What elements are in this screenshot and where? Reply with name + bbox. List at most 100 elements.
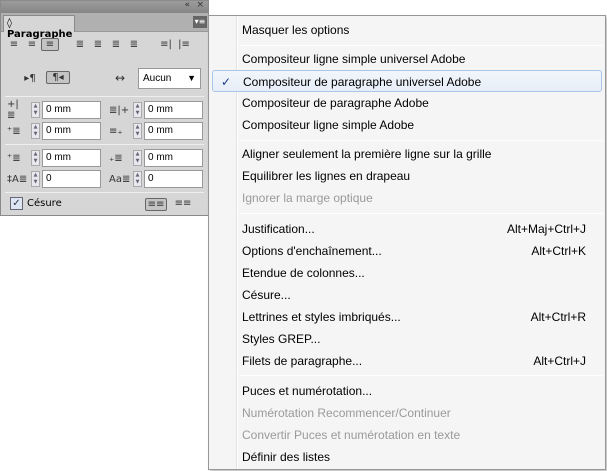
- menu-item-label: Aligner seulement la première ligne sur …: [242, 147, 492, 161]
- alignment-row: ≡ ≡ ≡ ≣ ≣ ≣ ≣ ≡| |≡: [5, 38, 204, 51]
- menu-item-label: Définir des listes: [242, 450, 331, 464]
- menu-item[interactable]: Masquer les options: [212, 19, 602, 41]
- menu-item[interactable]: Justification... Alt+Maj+Ctrl+J: [212, 218, 602, 240]
- spinner[interactable]: ▲ ▼: [133, 102, 142, 118]
- balance-columns-icon[interactable]: ≡≡: [145, 198, 167, 211]
- drop-cap-chars-input[interactable]: 0: [144, 170, 203, 188]
- updown-icon: ◊: [7, 18, 12, 29]
- menu-item-label: Compositeur de paragraphe Adobe: [242, 96, 429, 110]
- align-left-icon[interactable]: ≡: [5, 39, 23, 50]
- kashida-select[interactable]: Aucun ▼: [138, 68, 201, 89]
- menu-item[interactable]: ✓ Compositeur de paragraphe universel Ado…: [212, 70, 602, 92]
- panel-flyout-menu: Masquer les options Compositeur ligne sim…: [208, 15, 606, 470]
- menu-item-label: Compositeur ligne simple Adobe: [242, 118, 415, 132]
- spinner[interactable]: ▲ ▼: [133, 171, 142, 187]
- right-indent-icon: ≣|+: [109, 104, 130, 116]
- menu-separator: [239, 213, 603, 214]
- justify-left-icon[interactable]: ≣: [71, 39, 89, 50]
- ltr-paragraph-icon[interactable]: ▸¶: [21, 73, 39, 84]
- justify-all-icon[interactable]: ≣: [125, 39, 143, 50]
- menu-item-label: Masquer les options: [242, 23, 350, 37]
- menu-item[interactable]: Compositeur ligne simple Adobe: [212, 114, 602, 136]
- menu-item-label: Styles GREP...: [242, 332, 321, 346]
- align-right-icon[interactable]: ≡: [41, 38, 59, 51]
- justify-center-icon[interactable]: ≣: [89, 39, 107, 50]
- menu-item-label: Compositeur de paragraphe universel Adob…: [243, 75, 482, 89]
- close-icon[interactable]: ×: [196, 0, 204, 10]
- align-center-icon[interactable]: ≡: [23, 39, 41, 50]
- menu-item[interactable]: Styles GREP...: [212, 328, 602, 350]
- menu-item-label: Puces et numérotation...: [242, 384, 373, 398]
- menu-item-shortcut: Alt+Ctrl+K: [531, 244, 586, 258]
- menu-item[interactable]: Etendue de colonnes...: [212, 262, 602, 284]
- first-line-indent-input[interactable]: 0 mm: [42, 122, 101, 140]
- spinner[interactable]: ▲ ▼: [31, 123, 40, 139]
- menu-item[interactable]: Aligner seulement la première ligne sur …: [212, 143, 602, 165]
- menu-item-label: Lettrines et styles imbriqués...: [242, 310, 401, 324]
- panel-titlebar[interactable]: « ×: [1, 0, 208, 13]
- menu-item[interactable]: Equilibrer les lignes en drapeau: [212, 165, 602, 187]
- menu-item[interactable]: Césure...: [212, 284, 602, 306]
- menu-item-shortcut: Alt+Maj+Ctrl+J: [506, 222, 586, 236]
- space-before-icon: ⁺≣: [7, 152, 21, 164]
- space-before-input[interactable]: 0 mm: [42, 149, 101, 167]
- menu-item-label: Convertir Puces et numérotation en texte: [242, 428, 461, 442]
- align-toward-spine-icon[interactable]: ≡|: [157, 39, 175, 50]
- menu-item-label: Numérotation Recommencer/Continuer: [242, 406, 451, 420]
- menu-item-label: Ignorer la marge optique: [242, 191, 373, 205]
- spinner[interactable]: ▲ ▼: [31, 102, 40, 118]
- left-indent-icon: +|≣: [7, 99, 19, 121]
- last-line-indent-input[interactable]: 0 mm: [144, 122, 203, 140]
- menu-separator: [239, 45, 603, 46]
- first-line-indent-icon: ⁺≣: [7, 125, 21, 137]
- hyphenate-label: Césure: [27, 198, 62, 209]
- align-away-spine-icon[interactable]: |≡: [175, 39, 193, 50]
- drop-cap-lines-icon: ‡A≣: [7, 173, 28, 185]
- spinner[interactable]: ▲ ▼: [133, 150, 142, 166]
- divider: [5, 192, 204, 193]
- menu-item-shortcut: Alt+Ctrl+J: [533, 354, 586, 368]
- left-indent-input[interactable]: 0 mm: [42, 101, 101, 119]
- paragraph-panel: « × ◊ Paragraphe ▾≡ ≡ ≡ ≡ ≣ ≣ ≣ ≣ ≡| |≡ …: [0, 0, 209, 216]
- menu-item: Convertir Puces et numérotation en texte: [212, 424, 602, 446]
- menu-separator: [239, 140, 603, 141]
- menu-item: Numérotation Recommencer/Continuer: [212, 402, 602, 424]
- hyphenate-checkbox[interactable]: ✓ Césure: [10, 197, 62, 210]
- menu-item[interactable]: Définir des listes: [212, 446, 602, 468]
- menu-item-label: Options d'enchaînement...: [242, 244, 382, 258]
- divider: [5, 96, 204, 97]
- select-value: Aucun: [143, 73, 172, 84]
- menu-item[interactable]: Lettrines et styles imbriqués... Alt+Ctrl…: [212, 306, 602, 328]
- rtl-paragraph-icon[interactable]: ¶◂: [46, 71, 70, 84]
- chevron-down-icon: ▼: [187, 73, 196, 83]
- menu-item-label: Justification...: [242, 222, 315, 236]
- menu-item-shortcut: Alt+Ctrl+R: [530, 310, 586, 324]
- menu-item[interactable]: Filets de paragraphe... Alt+Ctrl+J: [212, 350, 602, 372]
- menu-item[interactable]: Options d'enchaînement... Alt+Ctrl+K: [212, 240, 602, 262]
- space-after-icon: ₊≣: [109, 152, 123, 164]
- menu-item: Ignorer la marge optique: [212, 187, 602, 209]
- space-after-input[interactable]: 0 mm: [144, 149, 203, 167]
- span-columns-icon[interactable]: ≡≡: [173, 198, 193, 209]
- collapse-icon[interactable]: «: [184, 0, 190, 10]
- tab-paragraphe[interactable]: ◊ Paragraphe: [3, 15, 75, 40]
- menu-item[interactable]: Puces et numérotation...: [212, 380, 602, 402]
- panel-menu-button[interactable]: ▾≡: [193, 16, 207, 28]
- menu-item-label: Etendue de colonnes...: [242, 266, 365, 280]
- right-indent-input[interactable]: 0 mm: [144, 101, 203, 119]
- menu-item-label: Césure...: [242, 288, 291, 302]
- check-icon: ✓: [221, 75, 232, 89]
- kashida-icon: ↔: [114, 71, 126, 85]
- justify-right-icon[interactable]: ≣: [107, 39, 125, 50]
- menu-item-label: Filets de paragraphe...: [242, 354, 363, 368]
- menu-item[interactable]: Compositeur ligne simple universel Adobe: [212, 48, 602, 70]
- last-line-indent-icon: ≡₊: [109, 125, 123, 137]
- menu-separator: [239, 375, 603, 376]
- spinner[interactable]: ▲ ▼: [31, 150, 40, 166]
- divider: [5, 144, 204, 145]
- spinner[interactable]: ▲ ▼: [31, 171, 40, 187]
- spinner[interactable]: ▲ ▼: [133, 123, 142, 139]
- checkbox-icon[interactable]: ✓: [10, 197, 23, 210]
- menu-item[interactable]: Compositeur de paragraphe Adobe: [212, 92, 602, 114]
- drop-cap-lines-input[interactable]: 0: [42, 170, 101, 188]
